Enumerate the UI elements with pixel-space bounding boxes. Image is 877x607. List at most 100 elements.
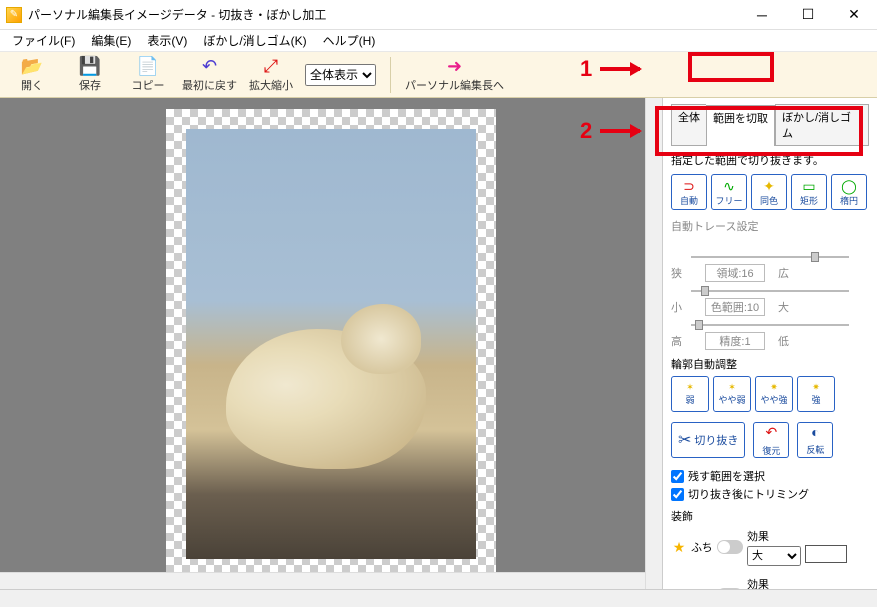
save-icon: 💾 <box>78 57 102 77</box>
photo[interactable] <box>186 129 476 559</box>
adj-mweak[interactable]: ✶やや弱 <box>713 376 751 412</box>
tool-auto[interactable]: ⊃自動 <box>671 174 707 210</box>
deco-border-toggle[interactable] <box>717 540 743 554</box>
precision-slider-thumb[interactable] <box>695 320 703 330</box>
deco-border-row: ★ ふち 効果 大 . <box>671 528 869 566</box>
chk-trim-box[interactable] <box>671 488 684 501</box>
menu-file[interactable]: ファイル(F) <box>4 30 83 51</box>
vertical-scrollbar[interactable] <box>645 98 662 589</box>
zoom-select[interactable]: 全体表示 <box>305 64 376 86</box>
crop-tool-row: ⊃自動 ∿フリー ✦同色 ▭矩形 ◯楕円 <box>671 174 869 210</box>
undo-icon: ↶ <box>766 424 778 441</box>
wand-icon: ✦ <box>763 178 775 194</box>
open-label: 開く <box>21 77 43 93</box>
zoom-label: 拡大縮小 <box>249 77 293 93</box>
color-slider-thumb[interactable] <box>701 286 709 296</box>
save-label: 保存 <box>79 77 101 93</box>
color-row: 小 色範囲:10 大 <box>671 298 869 316</box>
undo-label: 最初に戻す <box>182 77 237 93</box>
region-slider-row: . <box>671 238 869 250</box>
undo-button[interactable]: ↶ 最初に戻す <box>182 57 237 93</box>
chk-remain[interactable]: 残す範囲を選択 <box>671 468 869 484</box>
adj-weak[interactable]: ✶弱 <box>671 376 709 412</box>
restore-button[interactable]: ↶復元 <box>753 422 789 458</box>
back-button[interactable]: ➜ パーソナル編集長へ <box>405 57 504 93</box>
minimize-button[interactable]: ─ <box>739 0 785 30</box>
star-icon: ★ <box>671 587 687 590</box>
ellipse-icon: ◯ <box>841 178 857 194</box>
outline-adjust-row: ✶弱 ✶やや弱 ✷やや強 ✷強 <box>671 376 869 412</box>
chk-trim[interactable]: 切り抜き後にトリミング <box>671 486 869 502</box>
star-icon: ★ <box>671 539 687 556</box>
tool-ellipse[interactable]: ◯楕円 <box>831 174 867 210</box>
menu-help[interactable]: ヘルプ(H) <box>315 30 384 51</box>
deco-border-color[interactable] <box>805 545 847 563</box>
status-bar <box>0 589 877 607</box>
tool-same-color[interactable]: ✦同色 <box>751 174 787 210</box>
menu-blur[interactable]: ぼかし/消しゴム(K) <box>195 30 314 51</box>
menu-edit[interactable]: 編集(E) <box>83 30 139 51</box>
outline-section-title: 輪郭自動調整 <box>671 356 869 372</box>
precision-field[interactable]: 精度:1 <box>705 332 765 350</box>
main-area: 全体 範囲を切取 ぼかし/消しゴム 指定した範囲で切り抜きます。 ⊃自動 ∿フリ… <box>0 98 877 589</box>
annotation-2: 2 <box>580 118 640 144</box>
chk-remain-box[interactable] <box>671 470 684 483</box>
maximize-button[interactable]: ☐ <box>785 0 831 30</box>
deco-effect-label2: 効果 <box>747 576 801 589</box>
adj-mstrong[interactable]: ✷やや強 <box>755 376 793 412</box>
crop-button[interactable]: ✂切り抜き <box>671 422 745 458</box>
close-button[interactable]: ✕ <box>831 0 877 30</box>
color-field[interactable]: 色範囲:10 <box>705 298 765 316</box>
deco-effect-label: 効果 <box>747 528 801 544</box>
undo-icon: ↶ <box>198 57 222 77</box>
title-bar: ✎ パーソナル編集長イメージデータ - 切抜き・ぼかし加工 ─ ☐ ✕ <box>0 0 877 30</box>
open-button[interactable]: 📂 開く <box>8 57 56 93</box>
invert-button[interactable]: ◐反転 <box>797 422 833 458</box>
scissors-icon: ✂ <box>678 430 691 450</box>
copy-icon: 📄 <box>136 57 160 77</box>
annotation-1: 1 <box>580 56 640 82</box>
tab-bar: 全体 範囲を切取 ぼかし/消しゴム <box>671 104 869 146</box>
freehand-icon: ∿ <box>723 178 735 194</box>
deco-border-label: ふち <box>691 539 713 555</box>
tab-eraser[interactable]: ぼかし/消しゴム <box>775 104 869 145</box>
toolbar: 📂 開く 💾 保存 📄 コピー ↶ 最初に戻す ⤢ 拡大縮小 全体表示 ➜ パー… <box>0 52 877 98</box>
horizontal-scrollbar[interactable] <box>0 572 645 589</box>
deco-shadow-toggle[interactable] <box>717 588 743 589</box>
deco-shadow-label: 影 <box>691 587 713 589</box>
deco-section-title: 装飾 <box>671 508 869 524</box>
large-label: 大 <box>769 299 789 315</box>
region-slider-thumb[interactable] <box>811 252 819 262</box>
deco-border-size[interactable]: 大 <box>747 546 801 566</box>
tool-free[interactable]: ∿フリー <box>711 174 747 210</box>
save-button[interactable]: 💾 保存 <box>66 57 114 93</box>
window-title: パーソナル編集長イメージデータ - 切抜き・ぼかし加工 <box>28 6 739 23</box>
zoom-button[interactable]: ⤢ 拡大縮小 <box>247 57 295 93</box>
adj-strong[interactable]: ✷強 <box>797 376 835 412</box>
high-label: 高 <box>671 333 701 349</box>
copy-label: コピー <box>132 77 165 93</box>
precision-row: 高 精度:1 低 <box>671 332 869 350</box>
spark-icon: ✷ <box>770 382 778 393</box>
copy-button[interactable]: 📄 コピー <box>124 57 172 93</box>
back-label: パーソナル編集長へ <box>405 77 504 93</box>
spark-icon: ✶ <box>686 382 694 393</box>
spark-icon: ✷ <box>812 382 820 393</box>
low-label: 低 <box>769 333 789 349</box>
small-label: 小 <box>671 299 701 315</box>
folder-open-icon: 📂 <box>20 57 44 77</box>
tool-rect[interactable]: ▭矩形 <box>791 174 827 210</box>
menu-view[interactable]: 表示(V) <box>139 30 195 51</box>
region-row: 狭 領域:16 広 <box>671 264 869 282</box>
app-icon: ✎ <box>6 7 22 23</box>
canvas-area[interactable] <box>0 98 662 589</box>
tab-crop[interactable]: 範囲を切取 <box>706 105 775 146</box>
region-field[interactable]: 領域:16 <box>705 264 765 282</box>
narrow-label: 狭 <box>671 265 701 281</box>
zoom-icon: ⤢ <box>259 57 283 77</box>
spark-icon: ✶ <box>728 382 736 393</box>
menu-bar: ファイル(F) 編集(E) 表示(V) ぼかし/消しゴム(K) ヘルプ(H) <box>0 30 877 52</box>
arrow-icon <box>600 67 640 71</box>
trace-section-title: 自動トレース設定 <box>671 218 869 234</box>
tab-whole[interactable]: 全体 <box>671 104 706 145</box>
